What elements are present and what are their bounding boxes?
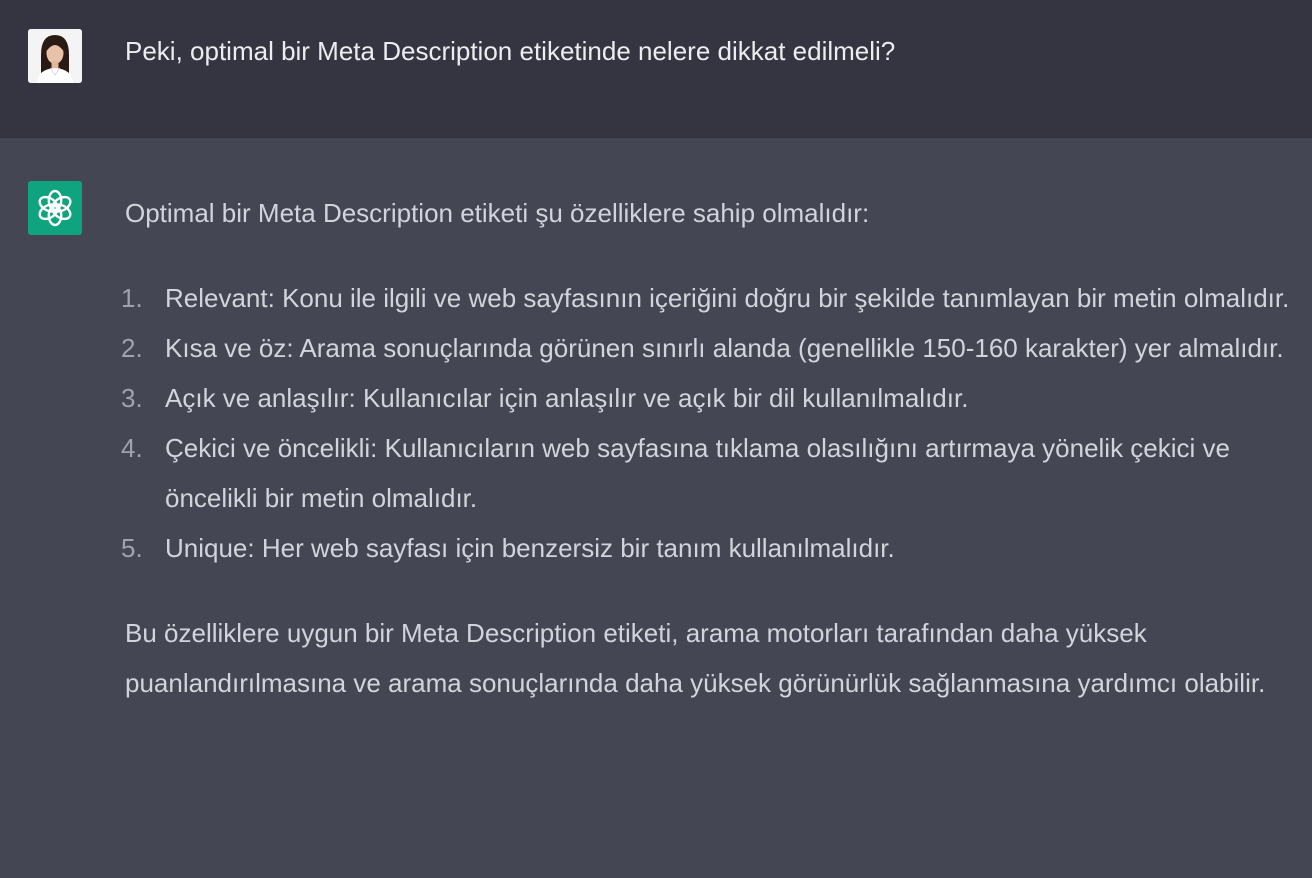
assistant-avatar	[28, 181, 82, 235]
list-item-text: Kısa ve öz: Arama sonuçlarında görünen s…	[165, 333, 1284, 363]
list-item: 4. Çekici ve öncelikli: Kullanıcıların w…	[121, 423, 1305, 523]
list-item-text: Relevant: Konu ile ilgili ve web sayfası…	[165, 283, 1290, 313]
assistant-intro-text: Optimal bir Meta Description etiketi şu …	[125, 198, 870, 228]
assistant-message-content: Optimal bir Meta Description etiketi şu …	[121, 188, 1305, 708]
list-item-number: 1.	[121, 283, 143, 313]
list-item: 3. Açık ve anlaşılır: Kullanıcılar için …	[121, 373, 1305, 423]
feature-list: 1. Relevant: Konu ile ilgili ve web sayf…	[121, 273, 1305, 573]
user-photo-avatar-icon	[28, 29, 82, 83]
list-item-text: Çekici ve öncelikli: Kullanıcıların web …	[165, 433, 1230, 513]
list-item-number: 4.	[121, 433, 143, 463]
list-item-text: Açık ve anlaşılır: Kullanıcılar için anl…	[165, 383, 969, 413]
list-item-text: Unique: Her web sayfası için benzersiz b…	[165, 533, 895, 563]
assistant-outro-text: Bu özelliklere uygun bir Meta Descriptio…	[125, 618, 1266, 698]
list-item-number: 5.	[121, 533, 143, 563]
list-item: 5. Unique: Her web sayfası için benzersi…	[121, 523, 1305, 573]
list-item-number: 3.	[121, 383, 143, 413]
user-message-text: Peki, optimal bir Meta Description etike…	[125, 36, 896, 66]
list-item-number: 2.	[121, 333, 143, 363]
user-message-row: Peki, optimal bir Meta Description etike…	[0, 0, 1312, 138]
openai-logo-icon	[38, 189, 72, 227]
user-avatar	[28, 29, 82, 83]
list-item: 1. Relevant: Konu ile ilgili ve web sayf…	[121, 273, 1305, 323]
list-item: 2. Kısa ve öz: Arama sonuçlarında görüne…	[121, 323, 1305, 373]
assistant-message-row: Optimal bir Meta Description etiketi şu …	[0, 138, 1312, 878]
